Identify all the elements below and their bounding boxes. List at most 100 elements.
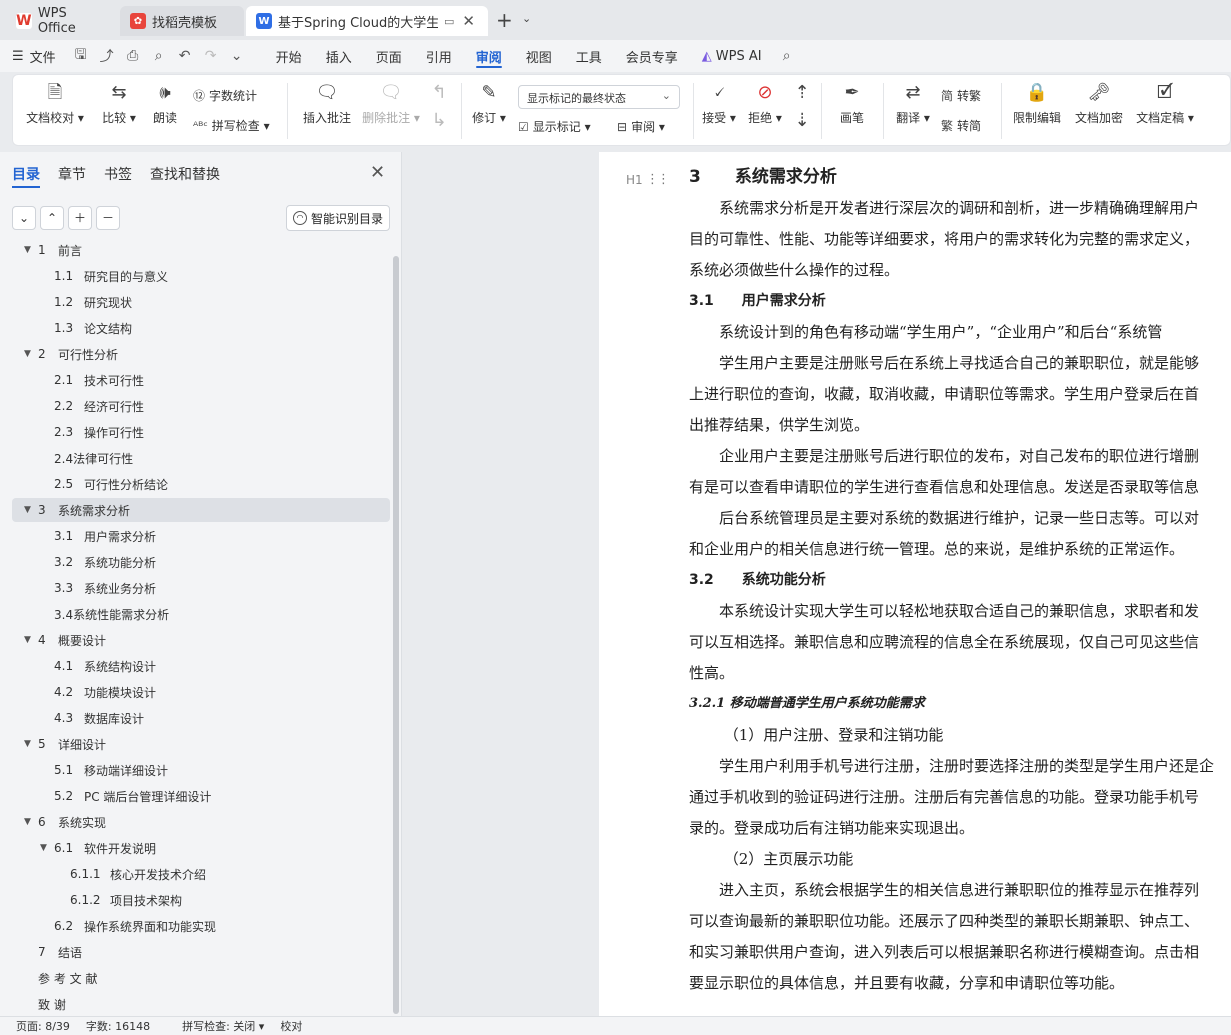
toc-item[interactable]: 3.3 系统业务分析 <box>12 576 390 600</box>
menu-page[interactable]: 页面 <box>364 40 414 72</box>
menu-home[interactable]: 开始 <box>264 40 314 72</box>
wps-ai-button[interactable]: ◭ WPS AI <box>690 40 774 72</box>
collapse-all-button[interactable]: ⌄ <box>12 206 36 230</box>
save-icon[interactable]: 🖫 <box>68 40 94 72</box>
toc-item[interactable]: 7 结语 <box>12 940 390 964</box>
review-pane-button[interactable]: ⊟ 审阅 ▾ <box>617 118 665 135</box>
expand-arrow-icon[interactable]: ▼ <box>24 817 31 827</box>
encrypt-button[interactable]: 🗝 文档加密 <box>1073 81 1125 126</box>
undo-icon[interactable]: ↶ <box>172 40 198 72</box>
remove-heading-button[interactable]: － <box>96 206 120 230</box>
add-heading-button[interactable]: ＋ <box>68 206 92 230</box>
share-icon[interactable]: ⤴ <box>94 40 120 72</box>
reject-button[interactable]: ⊘ 拒绝 ▾ <box>745 81 785 126</box>
expand-arrow-icon[interactable]: ▼ <box>40 843 47 853</box>
finalize-button[interactable]: 🗹 文档定稿 ▾ <box>1133 81 1197 126</box>
document-page[interactable]: H1 ⋮⋮ 3 系统需求分析 系统需求分析是开发者进行深层次的调研和剖析，进一步… <box>599 152 1231 1016</box>
expand-arrow-icon[interactable]: ▼ <box>24 245 31 255</box>
toc-item[interactable]: 6.1.2 项目技术架构 <box>12 888 390 912</box>
redo-icon[interactable]: ↷ <box>198 40 224 72</box>
prev-change-button[interactable]: ⇡ ⇣ <box>789 81 813 137</box>
toc-item[interactable]: ▼ 6.1 软件开发说明 <box>12 836 390 860</box>
expand-arrow-icon[interactable]: ▼ <box>24 635 31 645</box>
page-indicator[interactable]: 页面: 8/39 <box>16 1018 70 1034</box>
pen-button[interactable]: ✒ 画笔 <box>835 81 869 126</box>
proof-status[interactable]: 校对 <box>280 1018 302 1034</box>
toc-item[interactable]: ▼ 2 可行性分析 <box>12 342 390 366</box>
toc-item[interactable]: 2.3 操作可行性 <box>12 420 390 444</box>
nav-tab-chapters[interactable]: 章节 <box>58 164 86 184</box>
spell-check-status[interactable]: 拼写检查: 关闭 ▾ <box>166 1018 264 1034</box>
tab-document[interactable]: W 基于Spring Cloud的大学生兼职平台 ▭ ✕ <box>246 6 488 36</box>
menu-view[interactable]: 视图 <box>514 40 564 72</box>
markup-state-select[interactable]: 显示标记的最终状态 ⌄ <box>518 85 680 109</box>
nav-tab-bookmarks[interactable]: 书签 <box>104 164 132 184</box>
to-traditional-button[interactable]: 简 转繁 <box>941 87 981 104</box>
expand-up-button[interactable]: ⌃ <box>40 206 64 230</box>
toc-item[interactable]: 6.2 操作系统界面和功能实现 <box>12 914 390 938</box>
tab-templates[interactable]: ✿ 找稻壳模板 <box>120 6 244 36</box>
menu-member[interactable]: 会员专享 <box>614 40 690 72</box>
accept-button[interactable]: 🗸 接受 ▾ <box>699 81 739 126</box>
toc-item[interactable]: 致 谢 <box>12 992 390 1016</box>
translate-button[interactable]: ⇄ 翻译 ▾ <box>893 81 933 126</box>
nav-tab-find-replace[interactable]: 查找和替换 <box>150 164 220 184</box>
expand-arrow-icon[interactable]: ▼ <box>24 349 31 359</box>
toc-item[interactable]: 5.1 移动端详细设计 <box>12 758 390 782</box>
print-icon[interactable]: ⎙ <box>120 40 146 72</box>
toc-item[interactable]: ▼ 1 前言 <box>12 242 390 262</box>
toc-item[interactable]: 3.1 用户需求分析 <box>12 524 390 548</box>
toc-item[interactable]: ▼ 5 详细设计 <box>12 732 390 756</box>
menu-review[interactable]: 审阅 <box>464 40 514 72</box>
close-tab-icon[interactable]: ✕ <box>462 12 475 30</box>
tab-list-chevron-icon[interactable]: ⌄ <box>522 12 531 25</box>
toc-item[interactable]: 2.2 经济可行性 <box>12 394 390 418</box>
search-icon[interactable]: ⌕ <box>774 40 800 72</box>
insert-comment-button[interactable]: 🗨 插入批注 <box>299 81 355 126</box>
drag-handle-icon[interactable]: ⋮⋮ <box>646 172 670 187</box>
to-simplified-button[interactable]: 繁 转简 <box>941 117 981 134</box>
toc-item[interactable]: 6.1.1 核心开发技术介绍 <box>12 862 390 886</box>
menu-references[interactable]: 引用 <box>414 40 464 72</box>
toc-item[interactable]: 2.5 可行性分析结论 <box>12 472 390 496</box>
toc-item[interactable]: 参 考 文 献 <box>12 966 390 990</box>
delete-comment-button[interactable]: 🗨 删除批注 ▾ <box>359 81 423 126</box>
spell-check-button[interactable]: ᴬᴮᶜ 拼写检查 ▾ <box>193 117 270 134</box>
read-aloud-button[interactable]: 🕪 朗读 <box>147 81 183 126</box>
toc-item[interactable]: 2.4法律可行性 <box>12 446 390 470</box>
toc-item[interactable]: 4.1 系统结构设计 <box>12 654 390 678</box>
print-preview-icon[interactable]: ⌕ <box>146 40 172 72</box>
toc-scrollbar[interactable] <box>393 256 399 1014</box>
smart-toc-button[interactable]: ◠ 智能识别目录 <box>286 205 390 231</box>
heading-level-marker[interactable]: H1 <box>626 173 643 187</box>
window-mode-icon[interactable]: ▭ <box>444 15 454 28</box>
toc-item[interactable]: ▼ 6 系统实现 <box>12 810 390 834</box>
track-changes-button[interactable]: ✎ 修订 ▾ <box>469 81 509 126</box>
toc-item[interactable]: 5.2 PC 端后台管理详细设计 <box>12 784 390 808</box>
prev-comment-button[interactable]: ↰ ↳ <box>425 81 453 137</box>
menu-insert[interactable]: 插入 <box>314 40 364 72</box>
toc-item[interactable]: 3.4系统性能需求分析 <box>12 602 390 626</box>
close-icon[interactable]: ✕ <box>370 162 385 183</box>
expand-arrow-icon[interactable]: ▼ <box>24 505 31 515</box>
tab-wps-office[interactable]: W WPS Office <box>6 6 118 36</box>
proofread-button[interactable]: 🗎 文档校对 ▾ <box>25 81 85 126</box>
nav-tab-toc[interactable]: 目录 <box>12 164 40 184</box>
word-count-status[interactable]: 字数: 16148 <box>86 1018 150 1034</box>
expand-arrow-icon[interactable]: ▼ <box>24 739 31 749</box>
toc-item[interactable]: 1.3 论文结构 <box>12 316 390 340</box>
restrict-edit-button[interactable]: 🔒 限制编辑 <box>1011 81 1063 126</box>
toc-item[interactable]: 4.3 数据库设计 <box>12 706 390 730</box>
file-menu[interactable]: ☰ 文件 <box>0 40 68 72</box>
show-markup-button[interactable]: ☑ 显示标记 ▾ <box>518 118 591 135</box>
menu-tools[interactable]: 工具 <box>564 40 614 72</box>
new-tab-button[interactable]: + <box>496 8 513 32</box>
word-count-button[interactable]: ⑫ 字数统计 <box>193 87 257 104</box>
toc-item[interactable]: 3.2 系统功能分析 <box>12 550 390 574</box>
toc-item[interactable]: ▼ 3 系统需求分析 <box>12 498 390 522</box>
more-chevron-icon[interactable]: ⌄ <box>224 40 250 72</box>
toc-item[interactable]: 1.2 研究现状 <box>12 290 390 314</box>
compare-button[interactable]: ⇆ 比较 ▾ <box>97 81 141 126</box>
toc-item[interactable]: 1.1 研究目的与意义 <box>12 264 390 288</box>
toc-item[interactable]: ▼ 4 概要设计 <box>12 628 390 652</box>
